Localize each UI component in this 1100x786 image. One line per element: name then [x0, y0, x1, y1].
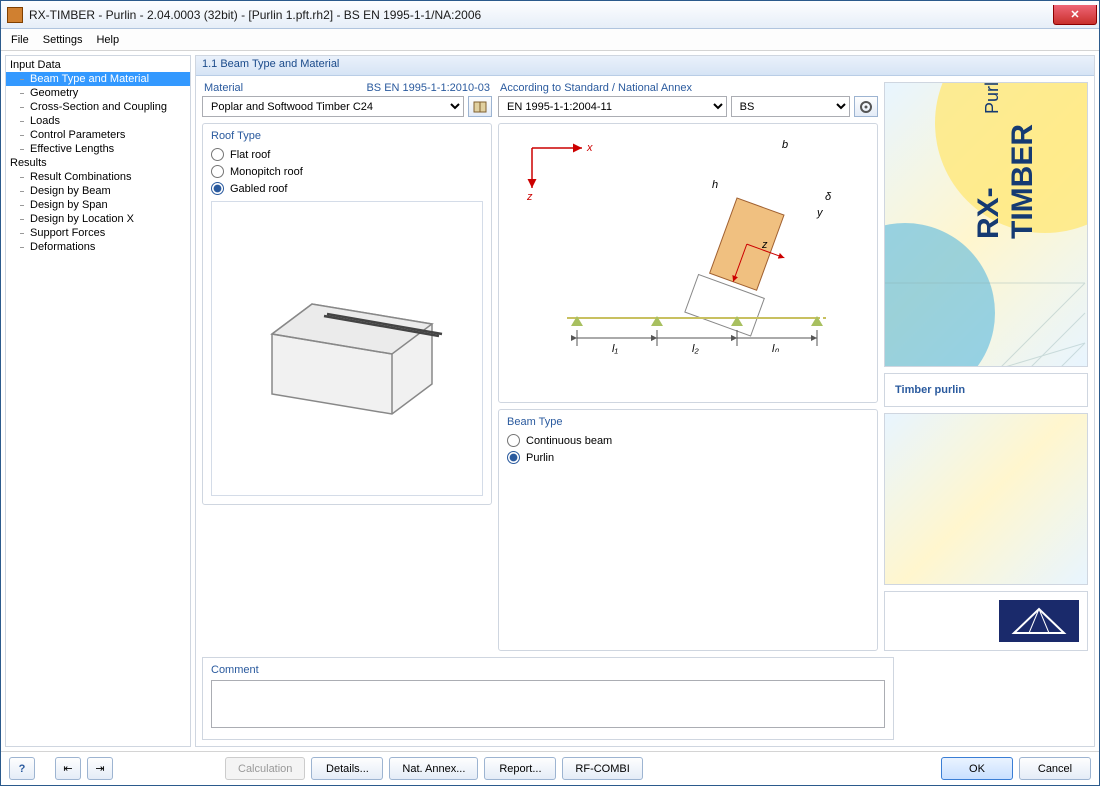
- svg-text:δ: δ: [825, 191, 832, 203]
- svg-text:l₁: l₁: [612, 343, 618, 355]
- book-icon: [473, 100, 487, 114]
- nav-item-result-combos[interactable]: Result Combinations: [6, 170, 190, 184]
- nav-item-support-forces[interactable]: Support Forces: [6, 226, 190, 240]
- titlebar: RX-TIMBER - Purlin - 2.04.0003 (32bit) -…: [1, 1, 1099, 29]
- mid-column: According to Standard / National Annex E…: [498, 82, 878, 651]
- radio-gabled-roof[interactable]: Gabled roof: [211, 180, 483, 197]
- svg-text:l₂: l₂: [692, 343, 699, 355]
- svg-text:z: z: [761, 239, 768, 251]
- svg-text:x: x: [586, 142, 593, 154]
- left-column: Material BS EN 1995-1-1:2010-03 Poplar a…: [202, 82, 492, 651]
- window-title: RX-TIMBER - Purlin - 2.04.0003 (32bit) -…: [29, 8, 1053, 22]
- beam-type-label: Beam Type: [507, 414, 869, 432]
- brand-box-lower: [884, 413, 1088, 585]
- standard-block: According to Standard / National Annex E…: [498, 82, 878, 117]
- page-title: 1.1 Beam Type and Material: [196, 56, 1094, 76]
- nav-group-input: Input Data: [6, 58, 190, 72]
- standard-label: According to Standard / National Annex: [500, 82, 692, 94]
- nav-item-design-span[interactable]: Design by Span: [6, 198, 190, 212]
- radio-purlin[interactable]: Purlin: [507, 449, 869, 466]
- radio-monopitch-roof[interactable]: Monopitch roof: [211, 163, 483, 180]
- menu-file[interactable]: File: [11, 34, 29, 46]
- material-select[interactable]: Poplar and Softwood Timber C24: [202, 96, 464, 117]
- menu-help[interactable]: Help: [96, 34, 119, 46]
- svg-text:y: y: [816, 207, 824, 219]
- close-button[interactable]: ✕: [1053, 5, 1097, 25]
- material-code: BS EN 1995-1-1:2010-03: [366, 82, 490, 94]
- nav-item-geometry[interactable]: Geometry: [6, 86, 190, 100]
- svg-text:z: z: [526, 191, 533, 203]
- nav-item-beam-type[interactable]: Beam Type and Material: [6, 72, 190, 86]
- prev-button[interactable]: ⇤: [55, 757, 81, 780]
- nav-group-results: Results: [6, 156, 190, 170]
- roof-type-group: Roof Type Flat roof Monopitch roof Gable…: [202, 123, 492, 505]
- nav-item-loads[interactable]: Loads: [6, 114, 190, 128]
- standard-select[interactable]: EN 1995-1-1:2004-11: [498, 96, 727, 117]
- comment-textarea[interactable]: [211, 680, 885, 728]
- material-block: Material BS EN 1995-1-1:2010-03 Poplar a…: [202, 82, 492, 117]
- next-button[interactable]: ⇥: [87, 757, 113, 780]
- brand-box: RX-TIMBER Purlin: [884, 82, 1088, 367]
- nav-item-control-params[interactable]: Control Parameters: [6, 128, 190, 142]
- gabled-roof-icon: [232, 264, 462, 434]
- page-body: Material BS EN 1995-1-1:2010-03 Poplar a…: [196, 76, 1094, 657]
- comment-label: Comment: [211, 662, 885, 680]
- ok-button[interactable]: OK: [941, 757, 1013, 780]
- brand-title: RX-TIMBER Purlin: [972, 82, 1040, 239]
- brand-product: RX-TIMBER: [972, 124, 1040, 239]
- calculation-button[interactable]: Calculation: [225, 757, 305, 780]
- help-icon: ?: [19, 763, 26, 775]
- content-area: Input Data Beam Type and Material Geomet…: [1, 51, 1099, 751]
- nav-item-design-beam[interactable]: Design by Beam: [6, 184, 190, 198]
- roof-illustration: [211, 201, 483, 496]
- brand-module: Purlin: [982, 82, 1003, 114]
- menu-settings[interactable]: Settings: [43, 34, 83, 46]
- nav-item-deformations[interactable]: Deformations: [6, 240, 190, 254]
- app-window: RX-TIMBER - Purlin - 2.04.0003 (32bit) -…: [0, 0, 1100, 786]
- gear-icon: [859, 100, 873, 114]
- beam-diagram-group: x z h b y: [498, 123, 878, 403]
- comment-group: Comment: [202, 657, 894, 740]
- app-icon: [7, 7, 23, 23]
- nav-pane: Input Data Beam Type and Material Geomet…: [5, 55, 191, 747]
- nav-item-cross-section[interactable]: Cross-Section and Coupling: [6, 100, 190, 114]
- dlubal-logo-icon: [999, 600, 1079, 642]
- cancel-button[interactable]: Cancel: [1019, 757, 1091, 780]
- rf-combi-button[interactable]: RF-COMBI: [562, 757, 642, 780]
- svg-text:b: b: [782, 139, 788, 151]
- svg-text:lₙ: lₙ: [772, 343, 779, 355]
- details-button[interactable]: Details...: [311, 757, 383, 780]
- beam-type-group: Beam Type Continuous beam Purlin: [498, 409, 878, 651]
- logo-box: [884, 591, 1088, 651]
- radio-continuous-beam[interactable]: Continuous beam: [507, 432, 869, 449]
- brand-column: RX-TIMBER Purlin Timber purlin: [884, 82, 1088, 651]
- report-button[interactable]: Report...: [484, 757, 556, 780]
- nav-item-effective-lengths[interactable]: Effective Lengths: [6, 142, 190, 156]
- brand-caption: Timber purlin: [884, 373, 1088, 407]
- roof-type-label: Roof Type: [211, 128, 483, 146]
- footer: ? ⇤ ⇥ Calculation Details... Nat. Annex.…: [1, 751, 1099, 785]
- annex-select[interactable]: BS: [731, 96, 850, 117]
- material-label: Material: [204, 82, 243, 94]
- nat-annex-button[interactable]: Nat. Annex...: [389, 757, 478, 780]
- material-library-button[interactable]: [468, 96, 492, 117]
- menubar: File Settings Help: [1, 29, 1099, 51]
- help-button[interactable]: ?: [9, 757, 35, 780]
- nav-item-design-location[interactable]: Design by Location X: [6, 212, 190, 226]
- right-pane: 1.1 Beam Type and Material Material BS E…: [195, 55, 1095, 747]
- beam-diagram-icon: x z h b y: [507, 128, 867, 388]
- standard-settings-button[interactable]: [854, 96, 878, 117]
- radio-flat-roof[interactable]: Flat roof: [211, 146, 483, 163]
- svg-text:h: h: [712, 179, 718, 191]
- arrow-left-icon: ⇤: [63, 762, 72, 775]
- arrow-right-icon: ⇥: [95, 762, 104, 775]
